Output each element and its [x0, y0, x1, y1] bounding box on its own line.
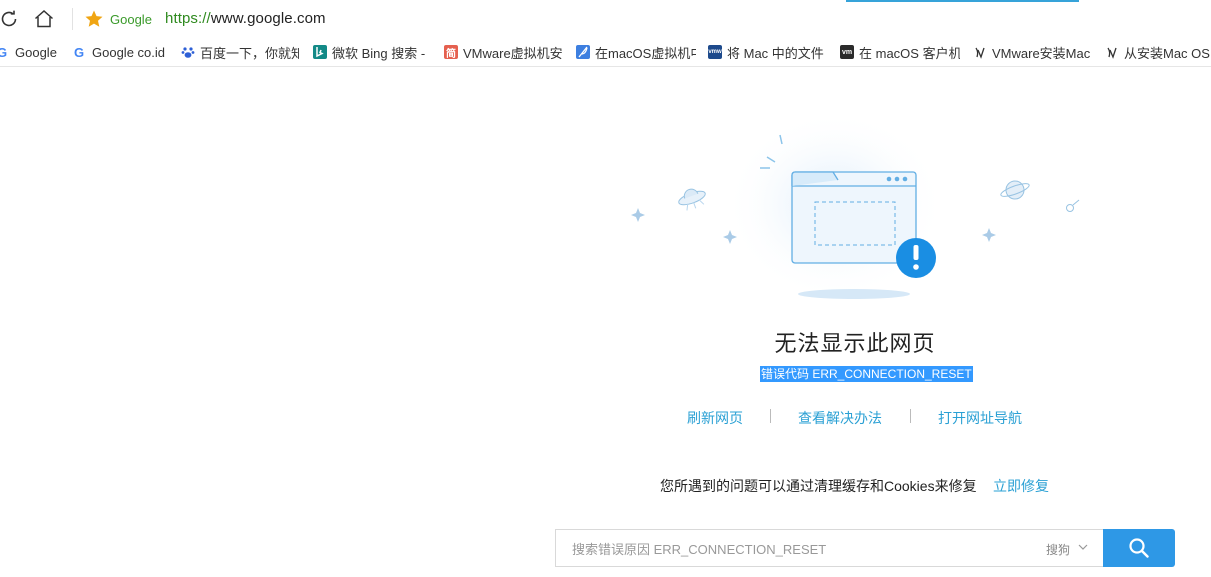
site-identity-label[interactable]: Google: [110, 12, 152, 27]
search-input[interactable]: [570, 530, 1014, 568]
bookmark-label: 微软 Bing 搜索 -: [332, 45, 426, 61]
bookmark-label: 在 macOS 客户机: [859, 45, 960, 61]
bookmarks-bar: G Google G Google co.id 百度一下，你就知 微软 Bing…: [0, 38, 1211, 67]
star-icon: [85, 10, 103, 27]
google-g-icon: G: [0, 45, 10, 59]
url-host: www.google.com: [210, 10, 326, 27]
open-url-nav-link[interactable]: 打开网址导航: [938, 408, 1022, 428]
bookmark-item[interactable]: G Google: [0, 43, 64, 61]
baidu-paw-icon: [181, 45, 195, 59]
toolbar-divider: [72, 8, 73, 30]
vmware-icon: vmw: [708, 45, 722, 59]
url-field[interactable]: https://www.google.com: [165, 10, 326, 27]
bookmark-label: 在macOS虚拟机中: [595, 45, 696, 61]
bookmark-label: 百度一下，你就知: [200, 45, 299, 61]
bookmark-item[interactable]: vmw 将 Mac 中的文件: [708, 43, 828, 61]
link-divider: [770, 409, 771, 423]
bookmark-item[interactable]: 微软 Bing 搜索 -: [313, 43, 431, 61]
search-button[interactable]: [1103, 529, 1175, 567]
bookmark-item[interactable]: G Google co.id: [73, 43, 171, 61]
home-icon: [35, 9, 53, 28]
reload-icon: [1, 10, 17, 27]
bookmark-item[interactable]: 在macOS虚拟机中: [576, 43, 696, 61]
url-scheme: https://: [165, 10, 211, 27]
error-search-box: 搜狗: [555, 529, 1103, 568]
fix-hint-text: 您所遇到的问题可以通过清理缓存和Cookies来修复: [660, 478, 977, 494]
error-code-text: 错误代码 ERR_CONNECTION_RESET: [760, 366, 973, 382]
csdn-icon: [1105, 45, 1119, 59]
bookmark-label: VMware虚拟机安: [463, 45, 563, 61]
fix-now-link[interactable]: 立即修复: [993, 476, 1049, 496]
feather-icon: [576, 45, 590, 59]
svg-text:G: G: [0, 45, 7, 59]
bookmark-label: Google co.id: [92, 44, 165, 60]
svg-text:G: G: [74, 45, 84, 59]
vm-icon: vm: [840, 45, 854, 59]
bookmark-item[interactable]: 百度一下，你就知: [181, 43, 299, 61]
refresh-page-link[interactable]: 刷新网页: [687, 408, 743, 428]
search-icon: [1129, 538, 1149, 558]
bookmark-star-button[interactable]: [84, 9, 104, 34]
bookmark-label: 将 Mac 中的文件: [727, 45, 824, 61]
jianshu-icon: 简: [444, 45, 458, 60]
google-g-icon: G: [73, 45, 87, 59]
bookmark-item[interactable]: 简 VMware虚拟机安: [444, 43, 564, 61]
bookmark-item[interactable]: 从安装Mac OS: [1105, 43, 1211, 61]
error-illustration: [620, 110, 1090, 310]
address-bar: Google https://www.google.com: [0, 0, 1211, 38]
error-title: 无法显示此网页: [774, 331, 936, 356]
link-divider: [910, 409, 911, 423]
chevron-down-icon[interactable]: [1078, 543, 1088, 551]
bookmark-label: VMware安装Mac: [992, 45, 1091, 61]
reload-button[interactable]: [0, 7, 21, 31]
bookmark-label: 从安装Mac OS: [1124, 45, 1210, 61]
bookmark-label: Google: [15, 44, 57, 60]
view-solutions-link[interactable]: 查看解决办法: [798, 408, 882, 428]
tab-indicator: [846, 0, 1079, 2]
search-engine-select[interactable]: 搜狗: [1046, 541, 1070, 558]
bing-icon: [313, 45, 327, 59]
csdn-icon: [973, 45, 987, 59]
home-button[interactable]: [32, 7, 56, 31]
bookmark-item[interactable]: VMware安装Mac: [973, 43, 1091, 61]
bookmark-item[interactable]: vm 在 macOS 客户机: [840, 43, 960, 61]
